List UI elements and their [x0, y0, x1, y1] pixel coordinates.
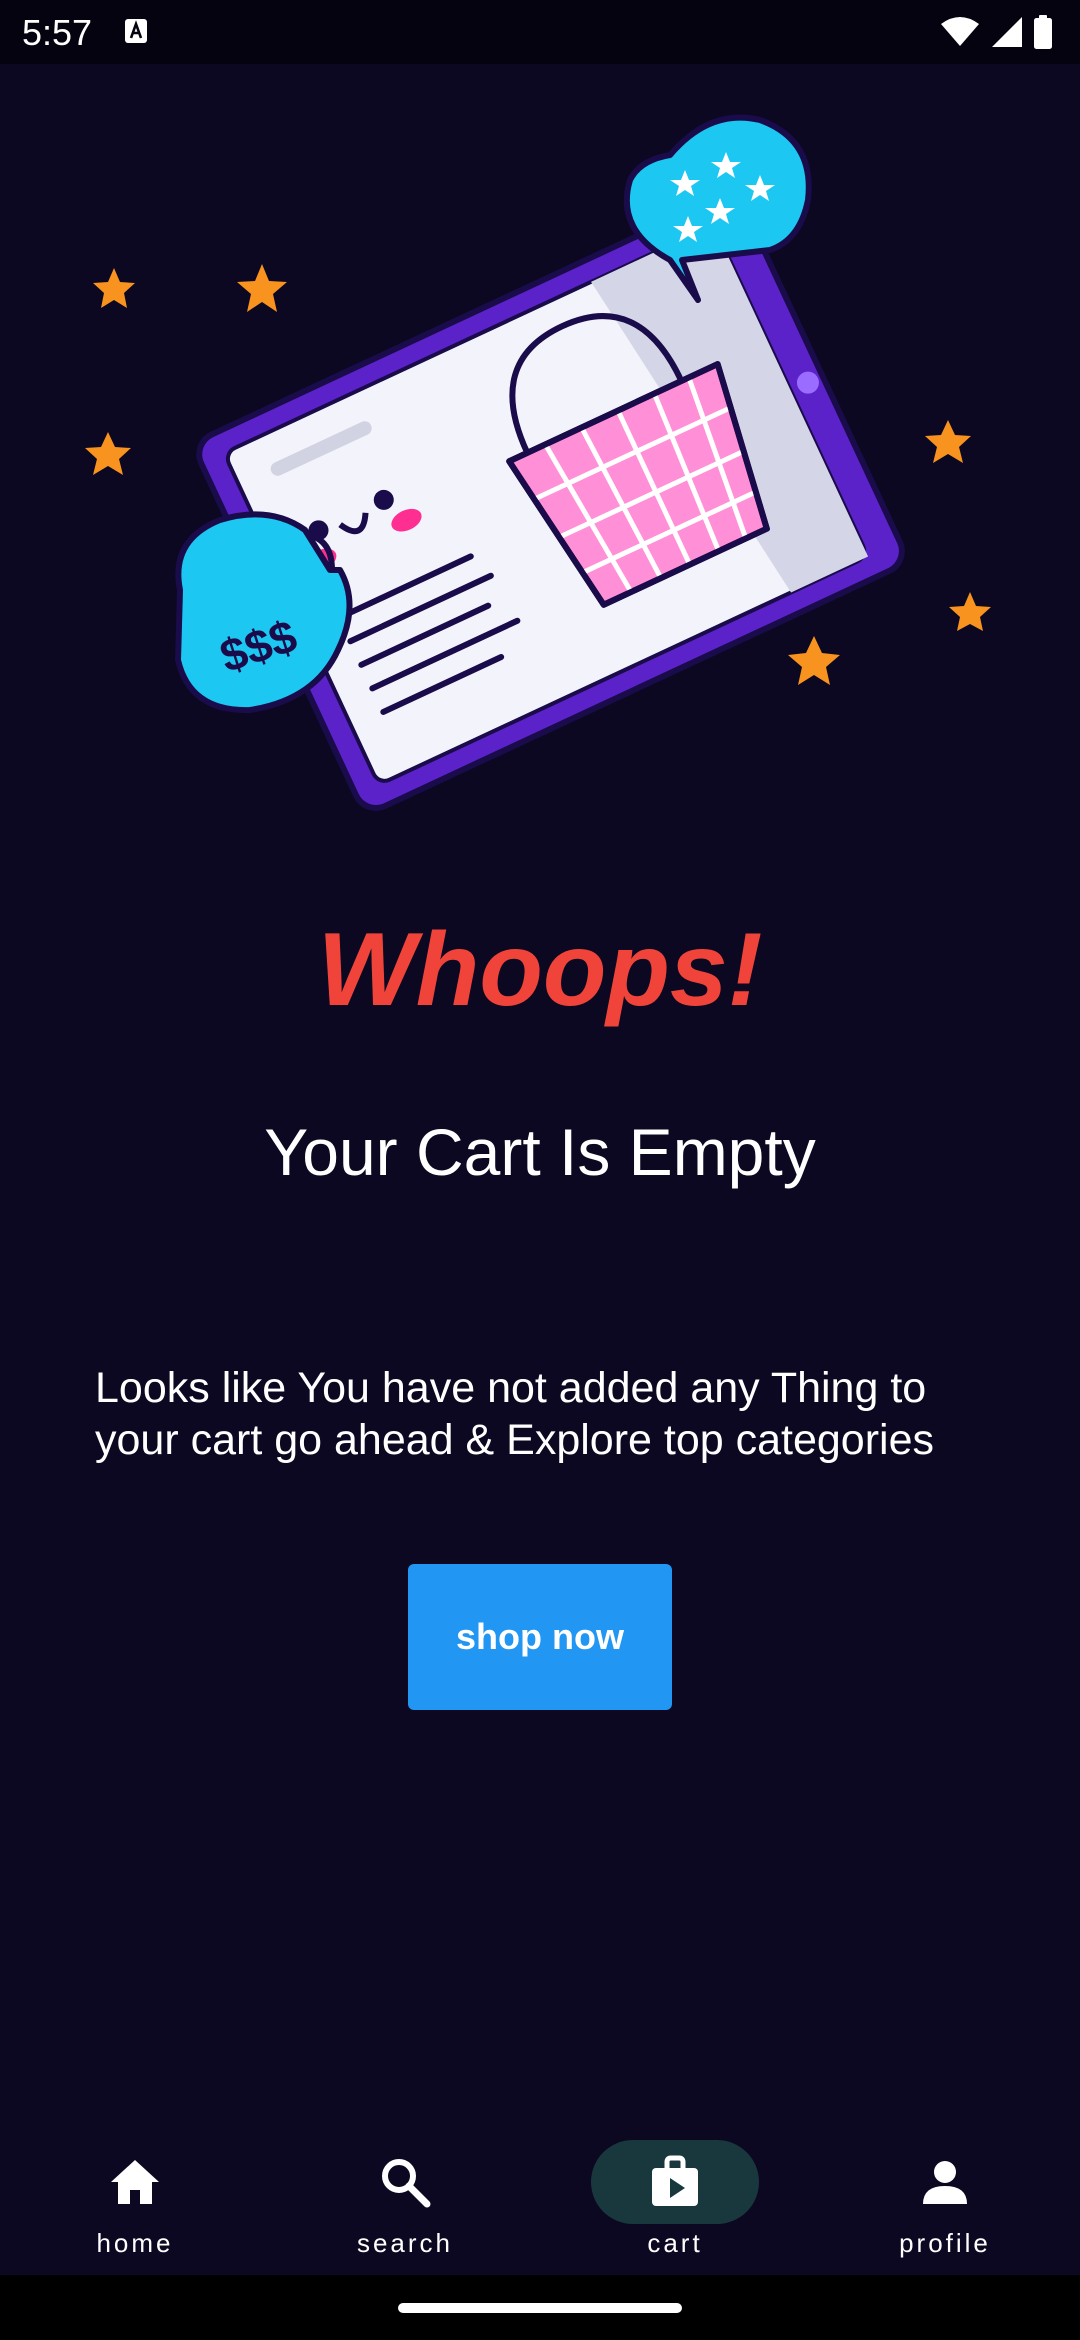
wifi-icon — [941, 17, 979, 46]
nav-label-home: home — [96, 2228, 174, 2258]
nav-label-cart: cart — [647, 2228, 703, 2258]
nav-item-cart[interactable]: cart — [540, 2120, 810, 2275]
status-time: 5:57 — [22, 12, 93, 53]
shop-now-button[interactable]: shop now — [408, 1564, 672, 1710]
person-icon — [923, 2161, 967, 2204]
nav-item-home[interactable]: home — [0, 2120, 270, 2275]
status-bar: 5:57 — [0, 0, 1080, 64]
empty-cart-subtitle: Your Cart Is Empty — [264, 1115, 816, 1189]
status-icons — [940, 14, 1052, 50]
nav-label-search: search — [356, 2228, 454, 2258]
tablet-graphic — [196, 194, 905, 811]
nav-item-search[interactable]: search — [270, 2120, 540, 2275]
empty-cart-illustration: $$$ — [85, 114, 991, 811]
shopping-bag-icon — [652, 2155, 698, 2206]
nav-label-profile: profile — [899, 2228, 991, 2258]
empty-cart-description: Looks like You have not added any Thing … — [95, 1364, 935, 1464]
cell-signal-icon — [992, 17, 1022, 47]
cart-screen: 5:57 $$$ Whoops! Your Cart Is Empty Look… — [0, 0, 1080, 2340]
battery-icon — [1034, 15, 1052, 49]
home-icon — [111, 2160, 159, 2204]
nav-item-profile[interactable]: profile — [810, 2120, 1080, 2275]
gesture-navigation-bar — [0, 2275, 1080, 2340]
bottom-navigation: home search cart profile — [0, 2120, 1080, 2275]
search-icon — [382, 2159, 431, 2208]
text-recognition-icon — [125, 19, 147, 43]
home-gesture-handle[interactable] — [398, 2303, 682, 2313]
page-title: Whoops! — [317, 912, 763, 1028]
